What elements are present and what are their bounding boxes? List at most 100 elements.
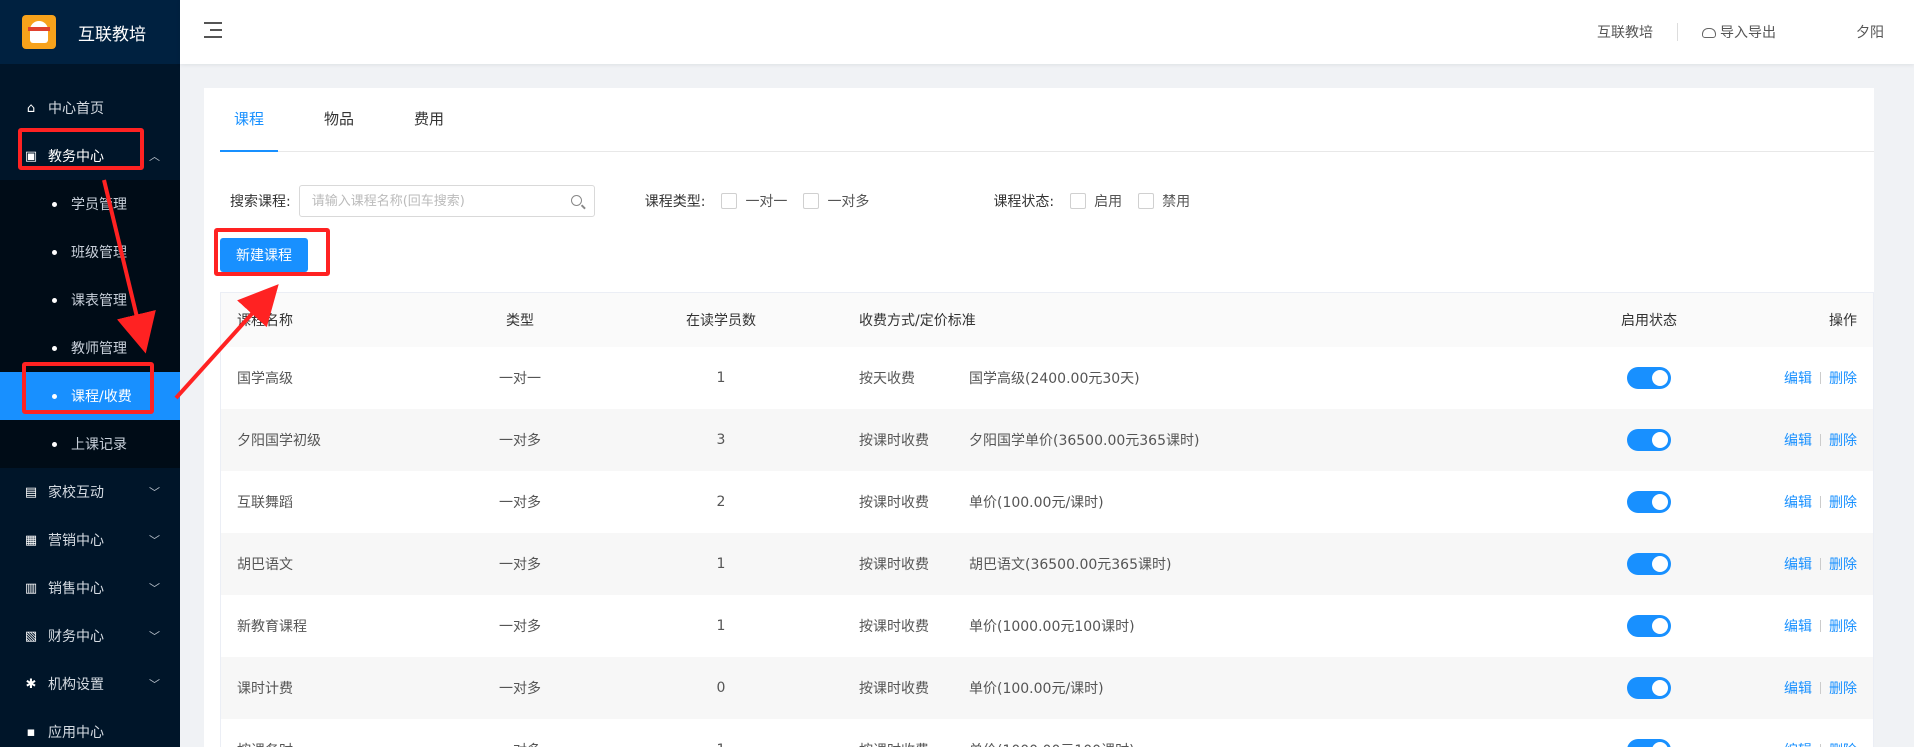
tab-courses[interactable]: 课程 <box>220 87 279 152</box>
col-header-type: 类型 <box>506 313 534 329</box>
search-icon[interactable] <box>570 195 582 206</box>
search-input[interactable] <box>299 186 560 216</box>
cell-fee: 按课时收费 <box>859 433 929 449</box>
sidebar-item-label: 机构设置 <box>48 677 104 693</box>
op-divider <box>1820 434 1821 446</box>
edit-link[interactable]: 编辑 <box>1784 557 1812 573</box>
type-one-to-many-checkbox[interactable]: 一对多 <box>803 191 869 211</box>
sidebar-sub-classes[interactable]: 班级管理 <box>0 228 180 276</box>
edit-link[interactable]: 编辑 <box>1784 433 1812 449</box>
status-enabled-checkbox[interactable]: 启用 <box>1070 191 1122 211</box>
sidebar-sub-records[interactable]: 上课记录 <box>0 420 180 468</box>
status-toggle[interactable] <box>1627 367 1671 389</box>
status-disabled-checkbox[interactable]: 禁用 <box>1138 191 1190 211</box>
sidebar-item-finance[interactable]: ▧ 财务中心 ﹀ <box>0 612 180 660</box>
sidebar-item-apps[interactable]: ▪ 应用中心 <box>0 708 180 747</box>
cell-count: 1 <box>716 618 726 634</box>
table-row: 国学高级 一对一 1 按天收费 国学高级(2400.00元30天) 编辑 删除 <box>221 347 1873 409</box>
checkbox-label: 启用 <box>1094 194 1123 210</box>
search-box <box>298 185 595 217</box>
edit-link[interactable]: 编辑 <box>1784 371 1812 387</box>
tab-bar: 课程 物品 费用 <box>220 88 1874 152</box>
sidebar-sub-students[interactable]: 学员管理 <box>0 180 180 228</box>
sidebar-sub-label: 上课记录 <box>71 437 127 453</box>
status-toggle[interactable] <box>1627 491 1671 513</box>
cell-status <box>1599 553 1699 575</box>
cell-type: 一对多 <box>499 681 541 697</box>
cell-ops: 编辑 删除 <box>1699 740 1873 747</box>
edit-link[interactable]: 编辑 <box>1784 743 1812 747</box>
status-toggle[interactable] <box>1627 739 1671 747</box>
edit-link[interactable]: 编辑 <box>1784 681 1812 697</box>
table-row: 胡巴语文 一对多 1 按课时收费 胡巴语文(36500.00元365课时) 编辑 删除 <box>221 533 1873 595</box>
cell-name: 新教育课程 <box>237 619 307 635</box>
cell-type: 一对多 <box>499 619 541 635</box>
cell-price: 胡巴语文(36500.00元365课时) <box>969 557 1172 573</box>
cell-fee: 按天收费 <box>859 371 915 387</box>
cell-status <box>1599 677 1699 699</box>
op-divider <box>1820 496 1821 508</box>
cell-status <box>1599 739 1699 747</box>
status-toggle[interactable] <box>1627 553 1671 575</box>
org-name[interactable]: 互联教培 <box>1573 22 1677 42</box>
sidebar-sub-label: 教师管理 <box>71 341 127 357</box>
delete-link[interactable]: 删除 <box>1829 557 1857 573</box>
edit-link[interactable]: 编辑 <box>1784 619 1812 635</box>
cell-type: 一对多 <box>499 495 541 511</box>
cell-type: 一对多 <box>457 740 583 747</box>
cell-count: 1 <box>716 370 726 386</box>
menu-collapse-icon[interactable] <box>204 22 222 38</box>
cell-ops: 编辑 删除 <box>1699 368 1873 388</box>
table-row: 按课务时一对多1按课时收费单价(1000.00元100课时) 编辑 删除 <box>221 719 1873 747</box>
checkbox-box <box>803 193 820 209</box>
cell-fee: 按课时收费 <box>859 495 929 511</box>
delete-link[interactable]: 删除 <box>1829 743 1857 747</box>
tab-fees[interactable]: 费用 <box>400 87 458 151</box>
cell-name: 按课务时 <box>221 740 457 747</box>
sidebar-item-home[interactable]: ⌂ 中心首页 <box>0 84 180 132</box>
table-row: 互联舞蹈 一对多 2 按课时收费 单价(100.00元/课时) 编辑 删除 <box>221 471 1873 533</box>
import-export-link[interactable]: 导入导出 <box>1678 22 1800 42</box>
checkbox-box <box>1070 193 1087 209</box>
cell-fee: 按课时收费 <box>859 681 929 697</box>
delete-link[interactable]: 删除 <box>1829 495 1857 511</box>
status-toggle[interactable] <box>1627 429 1671 451</box>
new-course-button[interactable]: 新建课程 <box>220 238 308 272</box>
checkbox-label: 禁用 <box>1162 194 1191 210</box>
chat-icon: ▤ <box>24 484 38 500</box>
table-header-row: 课程名称 类型 在读学员数 收费方式/定价标准 启用状态 操作 <box>221 293 1873 347</box>
sidebar-item-academic[interactable]: ▣ 教务中心 ︿ <box>0 132 180 180</box>
delete-link[interactable]: 删除 <box>1829 619 1857 635</box>
search-label: 搜索课程: <box>230 194 291 210</box>
tab-goods[interactable]: 物品 <box>310 87 368 151</box>
course-table: 课程名称 类型 在读学员数 收费方式/定价标准 启用状态 操作 国学高级 一对一 1… <box>220 292 1874 747</box>
cell-ops: 编辑 删除 <box>1699 492 1873 512</box>
sidebar-item-marketing[interactable]: ▦ 营销中心 ﹀ <box>0 516 180 564</box>
bullet-icon <box>52 345 57 351</box>
delete-link[interactable]: 删除 <box>1829 681 1857 697</box>
bullet-icon <box>52 249 57 255</box>
status-label: 课程状态: <box>993 194 1055 210</box>
delete-link[interactable]: 删除 <box>1829 433 1857 449</box>
sidebar-item-label: 家校互动 <box>48 485 104 501</box>
delete-link[interactable]: 删除 <box>1829 371 1857 387</box>
type-one-to-one-checkbox[interactable]: 一对一 <box>721 191 787 211</box>
sidebar-sub-courses[interactable]: 课程/收费 <box>0 372 180 420</box>
cell-fee: 按课时收费 <box>859 557 929 573</box>
sidebar-menu: ⌂ 中心首页 ▣ 教务中心 ︿ 学员管理 班级管理 课表管理 教师管理 课程/收… <box>0 64 180 747</box>
edit-link[interactable]: 编辑 <box>1784 495 1812 511</box>
col-header-ops: 操作 <box>1829 313 1857 329</box>
status-toggle[interactable] <box>1627 677 1671 699</box>
sidebar-item-home-school[interactable]: ▤ 家校互动 ﹀ <box>0 468 180 516</box>
user-name[interactable]: 夕阳 <box>1800 22 1884 42</box>
chevron-down-icon: ﹀ <box>149 678 160 691</box>
sidebar-sub-schedule[interactable]: 课表管理 <box>0 276 180 324</box>
sidebar-item-settings[interactable]: ✱ 机构设置 ﹀ <box>0 660 180 708</box>
sidebar-sub-teachers[interactable]: 教师管理 <box>0 324 180 372</box>
sidebar-item-sales[interactable]: ▥ 销售中心 ﹀ <box>0 564 180 612</box>
status-toggle[interactable] <box>1627 615 1671 637</box>
wallet-icon: ▧ <box>24 628 38 644</box>
checkbox-box <box>1138 193 1155 209</box>
type-label: 课程类型: <box>644 194 706 210</box>
cell-name: 互联舞蹈 <box>237 495 293 511</box>
